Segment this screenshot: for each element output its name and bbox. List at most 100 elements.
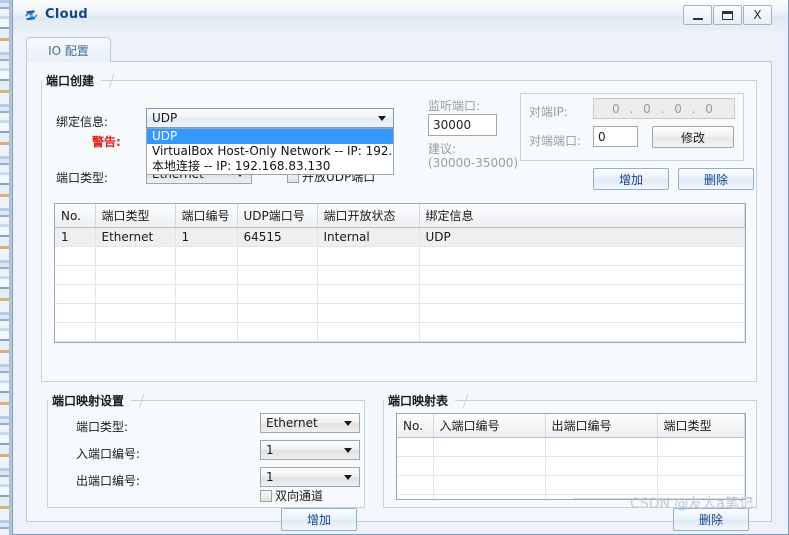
table-row-cell-empty bbox=[55, 265, 96, 285]
table-row-empty[interactable] bbox=[55, 284, 745, 304]
peer-ip-input: 0 . 0 . 0 . 0 bbox=[593, 98, 735, 119]
table-row-cell-empty bbox=[55, 246, 96, 266]
out-port-combo[interactable]: 1 bbox=[260, 467, 360, 487]
table-row-cell-empty bbox=[55, 284, 96, 304]
mapping-row-cell-empty bbox=[657, 475, 745, 495]
mapping-port-type-combo[interactable]: Ethernet bbox=[260, 413, 360, 433]
table-row-empty[interactable] bbox=[55, 322, 745, 342]
port-table-header-row: No. 端口类型 端口编号 UDP端口号 端口开放状态 绑定信息 bbox=[55, 204, 745, 228]
suggest-label: 建议: bbox=[428, 142, 457, 156]
mapping-row-empty[interactable] bbox=[397, 437, 745, 457]
in-port-label: 入端口编号: bbox=[76, 447, 141, 461]
mcol-out-port: 出端口编号 bbox=[545, 414, 658, 438]
table-row-cell-empty bbox=[95, 303, 176, 323]
table-row-cell-empty bbox=[317, 265, 420, 285]
tab-strip: IO 配置 bbox=[26, 37, 772, 62]
port-table[interactable]: No. 端口类型 端口编号 UDP端口号 端口开放状态 绑定信息 1 Ethern… bbox=[54, 203, 746, 343]
mapping-table-body bbox=[397, 437, 745, 499]
table-row[interactable]: 1 Ethernet 1 64515 Internal UDP bbox=[55, 227, 745, 247]
mapping-row-cell-empty bbox=[545, 456, 658, 476]
mapping-row-cell-empty bbox=[433, 475, 546, 495]
close-button[interactable]: X bbox=[743, 5, 772, 25]
mapping-table-header-row: No. 入端口编号 出端口编号 端口类型 bbox=[397, 414, 745, 438]
peer-port-label: 对端端口: bbox=[529, 134, 582, 148]
mapping-row-cell-empty bbox=[657, 456, 745, 476]
mapping-row-cell-empty bbox=[433, 494, 546, 499]
mapping-table-title: 端口映射表 bbox=[384, 392, 456, 409]
table-row-cell: Ethernet bbox=[95, 227, 176, 247]
mapping-add-button[interactable]: 增加 bbox=[281, 508, 357, 531]
table-row-empty[interactable] bbox=[55, 265, 745, 285]
table-row-cell: 64515 bbox=[237, 227, 318, 247]
listen-port-label: 监听端口: bbox=[428, 99, 481, 113]
cloud-icon bbox=[25, 10, 38, 21]
table-row-cell-empty bbox=[237, 341, 318, 342]
table-row-cell: Internal bbox=[317, 227, 420, 247]
maximize-icon bbox=[722, 10, 733, 20]
table-row-cell-empty bbox=[237, 246, 318, 266]
table-row-cell-empty bbox=[419, 303, 745, 323]
out-port-label: 出端口编号: bbox=[76, 474, 141, 488]
table-row-cell-empty bbox=[95, 341, 176, 342]
dropdown-option-0[interactable]: UDP bbox=[147, 129, 393, 144]
add-port-button[interactable]: 增加 bbox=[593, 168, 669, 190]
delete-port-button[interactable]: 删除 bbox=[678, 168, 754, 190]
peer-ip-value: 0 . 0 . 0 . 0 bbox=[612, 101, 716, 116]
mapping-row-cell-empty bbox=[433, 456, 546, 476]
table-row-cell-empty bbox=[317, 341, 420, 342]
window-client-area: IO 配置 端口创建 绑定信息: UDP UDP VirtualBox Host… bbox=[13, 31, 788, 534]
peer-port-input[interactable]: 0 bbox=[593, 126, 638, 147]
table-row-cell-empty bbox=[175, 341, 238, 342]
listen-port-value: 30000 bbox=[433, 118, 472, 132]
minimize-button[interactable] bbox=[683, 5, 712, 25]
mapping-table-head: No. 入端口编号 出端口编号 端口类型 bbox=[397, 414, 745, 438]
table-row-empty[interactable] bbox=[55, 246, 745, 266]
port-create-title: 端口创建 bbox=[42, 72, 102, 89]
cloud-window: Cloud X IO 配置 端口创建 绑定信息: UDP UDP Virtual… bbox=[12, 0, 789, 535]
table-row-cell-empty bbox=[55, 303, 96, 323]
peer-port-value: 0 bbox=[598, 129, 606, 144]
in-port-combo[interactable]: 1 bbox=[260, 440, 360, 460]
table-row-cell-empty bbox=[419, 341, 745, 342]
col-port-type: 端口类型 bbox=[95, 204, 176, 228]
mapping-table[interactable]: No. 入端口编号 出端口编号 端口类型 bbox=[396, 413, 746, 500]
mapping-port-type-label: 端口类型: bbox=[76, 420, 129, 434]
io-config-panel: 端口创建 绑定信息: UDP UDP VirtualBox Host-Only … bbox=[26, 62, 772, 531]
tab-io-config[interactable]: IO 配置 bbox=[26, 37, 111, 62]
binding-info-dropdown-list[interactable]: UDP VirtualBox Host-Only Network -- IP: … bbox=[146, 128, 394, 175]
peer-ip-label: 对端IP: bbox=[529, 105, 568, 119]
maximize-button[interactable] bbox=[713, 5, 742, 25]
table-row-cell-empty bbox=[237, 265, 318, 285]
warning-label: 警告: bbox=[92, 135, 121, 149]
listen-port-input[interactable]: 30000 bbox=[428, 114, 497, 136]
watermark: CSDN @友人a笔记 bbox=[630, 496, 753, 512]
table-row-cell-empty bbox=[175, 303, 238, 323]
mapping-row-empty[interactable] bbox=[397, 475, 745, 495]
minimize-icon bbox=[692, 17, 703, 20]
dropdown-option-2[interactable]: 本地连接 -- IP: 192.168.83.130 bbox=[147, 159, 393, 174]
in-port-value: 1 bbox=[266, 443, 274, 457]
table-row-cell-empty bbox=[95, 265, 176, 285]
table-row-cell-empty bbox=[419, 265, 745, 285]
col-port-number: 端口编号 bbox=[175, 204, 238, 228]
table-row-empty[interactable] bbox=[55, 303, 745, 323]
dropdown-option-1[interactable]: VirtualBox Host-Only Network -- IP: 192.… bbox=[147, 144, 393, 159]
port-type-label: 端口类型: bbox=[56, 171, 109, 185]
mapping-table-group: 端口映射表 No. 入端口编号 出端口编号 端口类型 bbox=[383, 392, 757, 508]
binding-info-combo[interactable]: UDP bbox=[146, 108, 394, 128]
table-row-cell-empty bbox=[237, 284, 318, 304]
mcol-in-port: 入端口编号 bbox=[433, 414, 546, 438]
out-port-value: 1 bbox=[266, 470, 274, 484]
tab-io-config-label: IO 配置 bbox=[48, 43, 89, 58]
mapping-add-label: 增加 bbox=[306, 513, 331, 527]
modify-button[interactable]: 修改 bbox=[652, 126, 734, 148]
table-row-empty[interactable] bbox=[55, 341, 745, 342]
table-row-cell-empty bbox=[55, 322, 96, 342]
modify-button-label: 修改 bbox=[680, 130, 705, 145]
mcol-no: No. bbox=[397, 414, 434, 438]
table-row-cell-empty bbox=[317, 322, 420, 342]
table-row-cell-empty bbox=[419, 284, 745, 304]
mapping-row-empty[interactable] bbox=[397, 456, 745, 476]
mapping-row-cell-empty bbox=[397, 437, 434, 457]
bidirectional-checkbox[interactable]: 双向通道 bbox=[260, 487, 323, 504]
